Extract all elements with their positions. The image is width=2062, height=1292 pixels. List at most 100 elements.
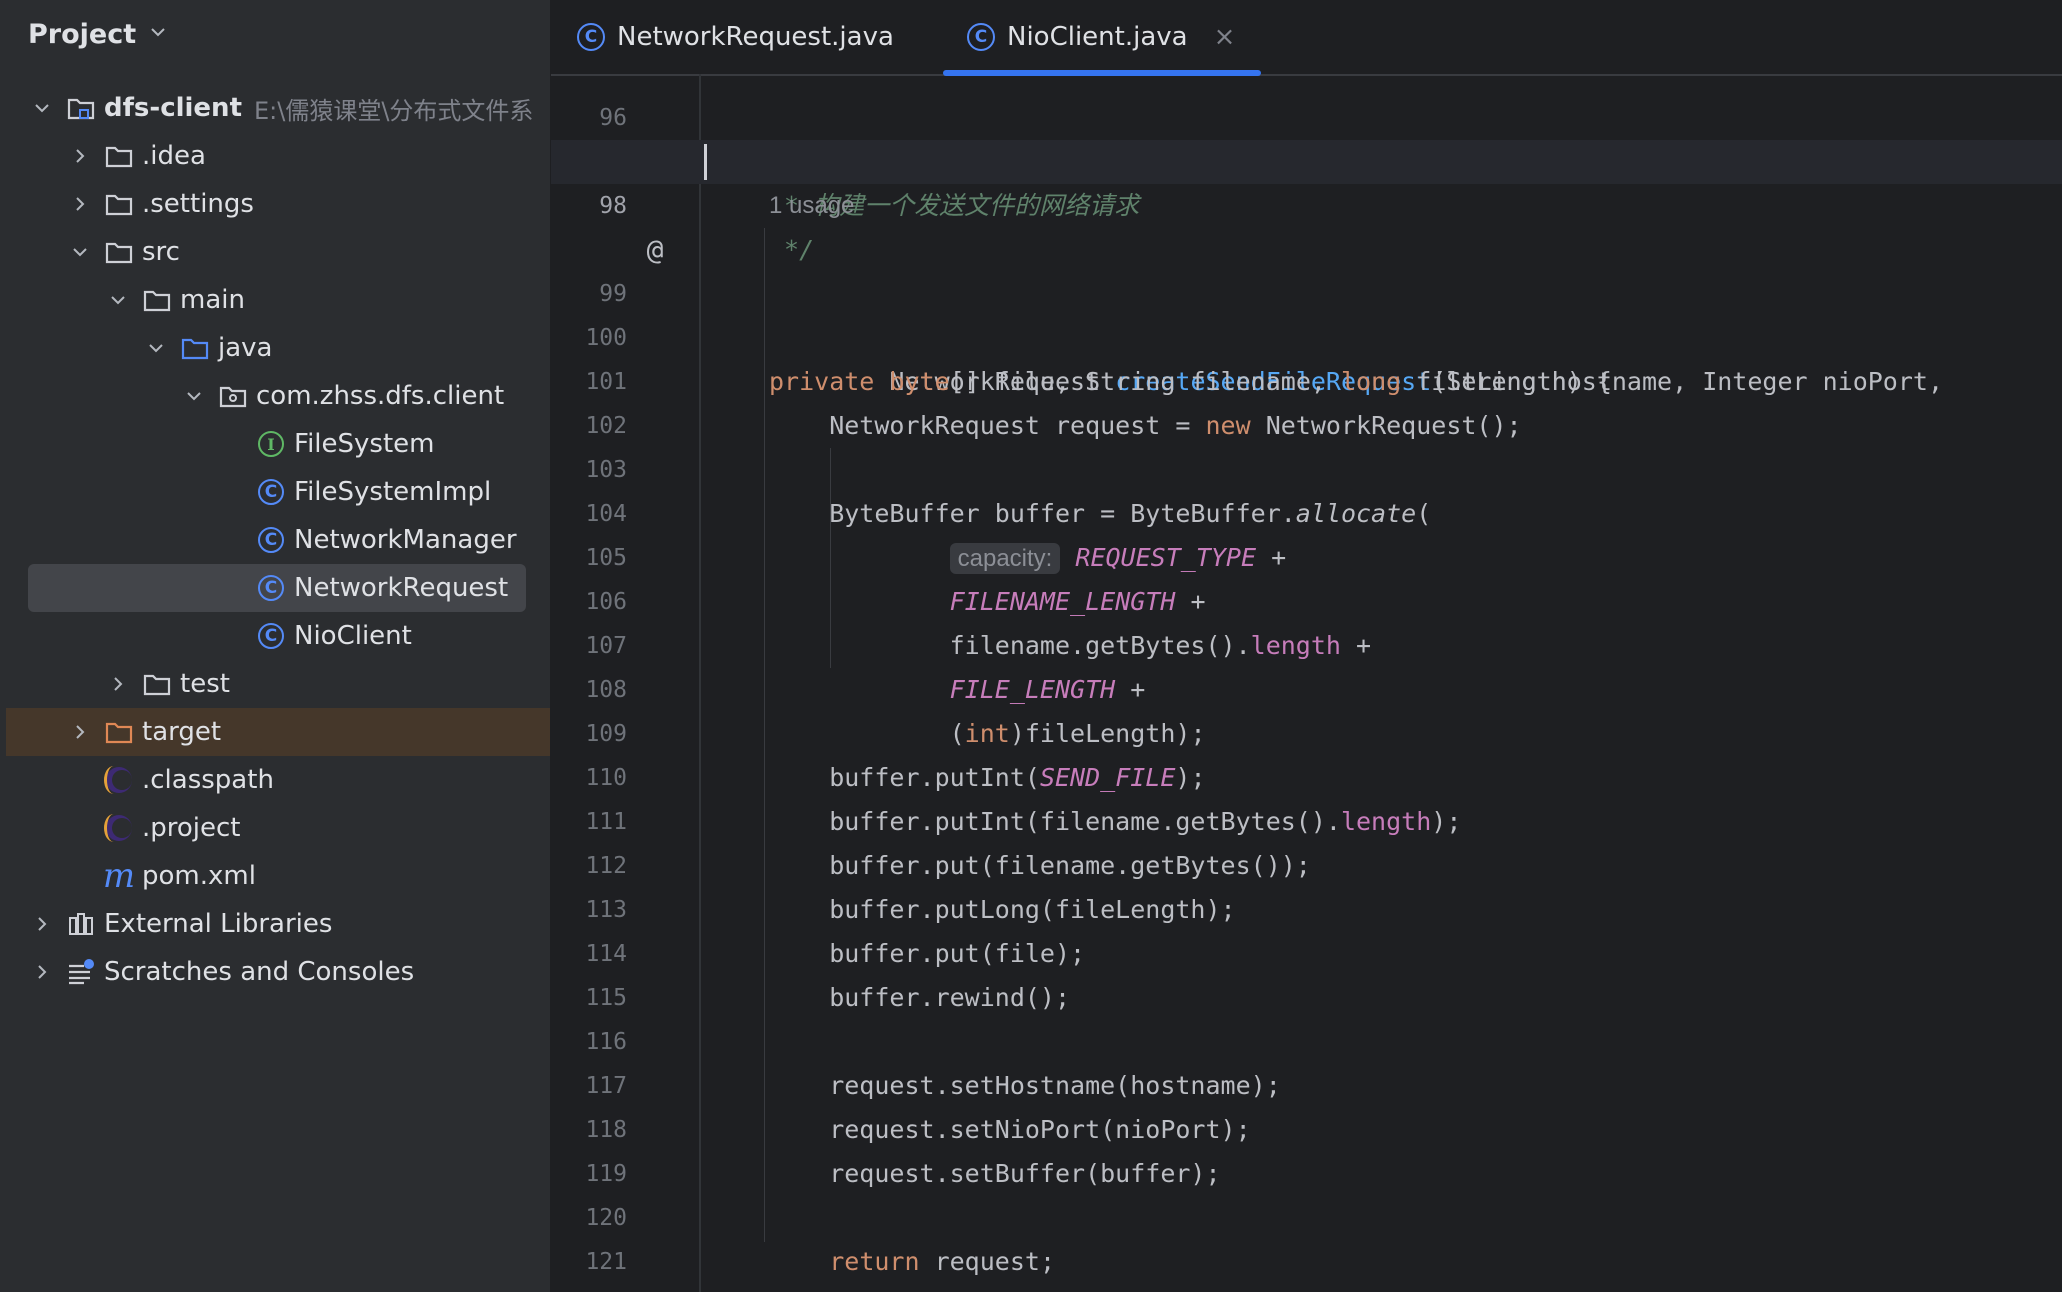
chevron-down-icon[interactable] — [108, 290, 128, 310]
tree-item-project-file[interactable]: .project — [0, 804, 550, 852]
class-icon: C — [256, 525, 286, 555]
project-panel-header[interactable]: Project — [28, 12, 168, 56]
excluded-folder-icon — [104, 717, 134, 747]
code-line: 109 buffer.putInt(SEND_FILE); — [551, 668, 2062, 792]
tree-item-label: FileSystem — [294, 429, 435, 459]
tree-item-label: .classpath — [142, 765, 274, 795]
code-line: 103 ByteBuffer buffer = ByteBuffer.alloc… — [551, 404, 2062, 528]
folder-icon — [104, 141, 134, 171]
scratches-icon — [66, 957, 96, 987]
tree-item-label: java — [218, 333, 273, 363]
folder-icon — [104, 237, 134, 267]
tab-label: NetworkRequest.java — [617, 22, 894, 52]
chevron-right-icon[interactable] — [70, 722, 90, 742]
close-icon[interactable]: × — [1214, 22, 1236, 52]
code-line: 115 — [551, 932, 2062, 1011]
text-caret — [704, 144, 707, 180]
code-line: 108 (int)fileLength); — [551, 624, 2062, 748]
class-icon: C — [256, 621, 286, 651]
code-line: 112 buffer.putLong(fileLength); — [551, 800, 2062, 924]
module-path: E:\儒猿课堂\分布式文件系 — [254, 96, 534, 125]
tree-item-classpath[interactable]: .classpath — [0, 756, 550, 804]
class-icon: C — [967, 23, 995, 51]
code-line: 120 return request; — [551, 1152, 2062, 1276]
line-number: 98 — [599, 193, 627, 219]
tree-item-label: .project — [142, 813, 241, 843]
chevron-right-icon[interactable] — [70, 194, 90, 214]
tree-item-idea[interactable]: .idea — [0, 132, 550, 180]
code-line: 101 NetworkRequest request = new Network… — [551, 316, 2062, 440]
code-line: 122 — [551, 1240, 2062, 1284]
tree-item-label: .settings — [142, 189, 254, 219]
tree-item-label: pom.xml — [142, 861, 256, 891]
chevron-down-icon[interactable] — [70, 242, 90, 262]
folder-icon — [104, 189, 134, 219]
code-line: 118 request.setBuffer(buffer); — [551, 1064, 2062, 1188]
folder-icon — [142, 285, 172, 315]
chevron-right-icon[interactable] — [70, 146, 90, 166]
tree-item-src[interactable]: src — [0, 228, 550, 276]
maven-icon: m — [102, 856, 136, 896]
tree-item-label: target — [142, 717, 222, 747]
code-line: 104 capacity: REQUEST_TYPE + — [551, 448, 2062, 574]
project-panel-title: Project — [28, 18, 137, 50]
tree-item-settings[interactable]: .settings — [0, 180, 550, 228]
code-area[interactable]: 96 /** 97 * 构建一个发送文件的网络请求 98 */ 1 usage … — [551, 74, 2062, 1292]
tab-label: NioClient.java — [1007, 22, 1188, 52]
tree-item-external-libraries[interactable]: External Libraries — [0, 900, 550, 948]
tree-item-label: External Libraries — [104, 909, 333, 939]
line-number: 122 — [551, 1284, 627, 1292]
code-text: } — [769, 1284, 784, 1292]
source-folder-icon — [180, 333, 210, 363]
class-icon: C — [256, 573, 286, 603]
tree-item-dfs-client[interactable]: dfs-client E:\儒猿课堂\分布式文件系 — [0, 84, 550, 132]
chevron-down-icon[interactable] — [32, 98, 52, 118]
code-line: 110 buffer.putInt(filename.getBytes().le… — [551, 712, 2062, 836]
tree-item-test[interactable]: test — [0, 660, 550, 708]
tree-item-nioclient[interactable]: C NioClient — [0, 612, 550, 660]
package-icon — [218, 381, 248, 411]
code-line: 114 buffer.rewind(); — [551, 888, 2062, 1012]
tree-item-filesystemimpl[interactable]: C FileSystemImpl — [0, 468, 550, 516]
tree-item-java[interactable]: java — [0, 324, 550, 372]
chevron-right-icon[interactable] — [108, 674, 128, 694]
implementation-marker-icon[interactable]: @ — [639, 234, 671, 266]
tree-item-pom[interactable]: m pom.xml — [0, 852, 550, 900]
code-line: 97 * 构建一个发送文件的网络请求 — [551, 96, 2062, 220]
tree-item-networkrequest[interactable]: C NetworkRequest — [0, 564, 550, 612]
code-line: 96 /** — [551, 52, 2062, 176]
chevron-down-icon[interactable] — [146, 338, 166, 358]
code-line: 121 } — [551, 1196, 2062, 1292]
code-line: 119 — [551, 1108, 2062, 1187]
tree-item-label: main — [180, 285, 245, 315]
project-panel: Project dfs-client E:\儒猿课堂\分布式文件系 .idea … — [0, 0, 551, 1292]
code-line: 100 byte[] file, String filename, long f… — [551, 272, 2062, 396]
tree-item-package[interactable]: com.zhss.dfs.client — [0, 372, 550, 420]
tree-item-target[interactable]: target — [6, 708, 550, 756]
interface-icon: I — [256, 429, 286, 459]
tree-item-scratches[interactable]: Scratches and Consoles — [0, 948, 550, 996]
code-line-current: 98 */ — [551, 140, 2062, 264]
tree-item-networkmanager[interactable]: C NetworkManager — [0, 516, 550, 564]
eclipse-icon — [104, 813, 134, 843]
chevron-right-icon[interactable] — [32, 914, 52, 934]
tree-item-filesystem[interactable]: I FileSystem — [0, 420, 550, 468]
class-icon: C — [256, 477, 286, 507]
tree-item-label: Scratches and Consoles — [104, 957, 415, 987]
chevron-right-icon[interactable] — [32, 962, 52, 982]
tree-item-label: test — [180, 669, 230, 699]
tree-item-label: NetworkManager — [294, 525, 517, 555]
libraries-icon — [66, 909, 96, 939]
code-line: 102 — [551, 360, 2062, 439]
chevron-down-icon[interactable] — [184, 386, 204, 406]
class-icon: C — [577, 23, 605, 51]
tree-item-main[interactable]: main — [0, 276, 550, 324]
chevron-down-icon[interactable] — [148, 22, 168, 46]
code-line: 107 FILE_LENGTH + — [551, 580, 2062, 704]
tree-item-label: NetworkRequest — [294, 573, 509, 603]
usages-inlay-hint[interactable]: 1 usage — [769, 184, 854, 228]
module-folder-icon — [66, 93, 96, 123]
code-line: 117 request.setNioPort(nioPort); — [551, 1020, 2062, 1144]
eclipse-icon — [104, 765, 134, 795]
code-line: 105 FILENAME_LENGTH + — [551, 492, 2062, 616]
